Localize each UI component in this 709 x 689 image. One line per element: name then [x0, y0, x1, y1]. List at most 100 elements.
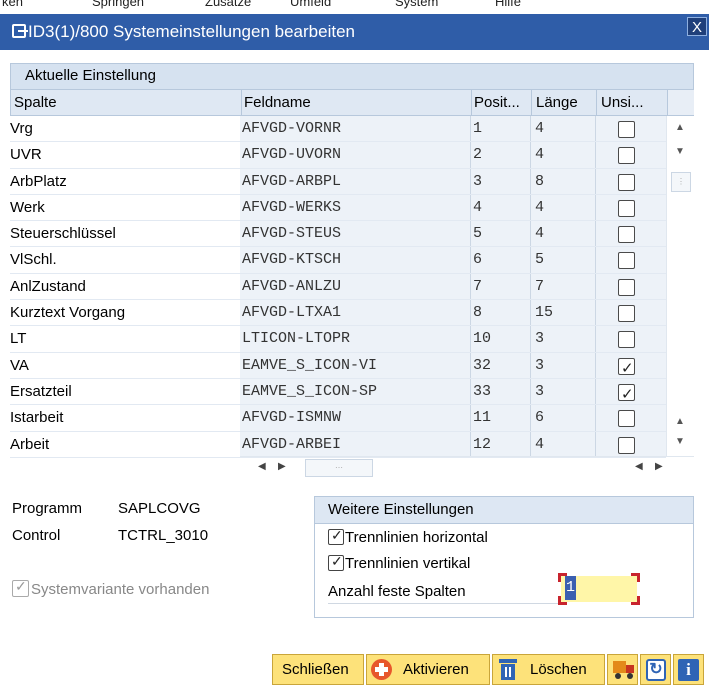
menu-item[interactable]: Hilfe — [495, 0, 521, 9]
table-row[interactable]: Arbeit AFVGD-ARBEI 12 4 — [10, 431, 666, 458]
cell-feldname: AFVGD-ARBPL — [240, 168, 470, 194]
cell-spalte[interactable]: Steuerschlüssel — [10, 221, 240, 246]
info-button[interactable]: i — [673, 654, 704, 685]
cell-feldname: AFVGD-ARBEI — [240, 431, 470, 457]
unsichtbar-checkbox[interactable] — [618, 121, 635, 138]
table-row[interactable]: Istarbeit AFVGD-ISMNW 11 6 — [10, 405, 666, 432]
cell-spalte[interactable]: UVR — [10, 142, 240, 167]
schliessen-button[interactable]: Schließen — [272, 654, 364, 685]
unsichtbar-checkbox[interactable] — [618, 305, 635, 323]
table-row[interactable]: ArbPlatz AFVGD-ARBPL 3 8 — [10, 168, 666, 195]
header-position[interactable]: Posit... — [474, 94, 520, 111]
transport-button[interactable] — [607, 654, 638, 685]
column-separator[interactable] — [241, 90, 242, 116]
loeschen-button[interactable]: Löschen — [492, 654, 605, 685]
scroll-right-icon[interactable]: ▶ — [655, 461, 663, 472]
unsichtbar-checkbox[interactable] — [618, 356, 635, 378]
anzahl-feste-spalten-input[interactable]: 1 — [558, 573, 640, 605]
cell-laenge: 4 — [530, 221, 595, 247]
column-separator[interactable] — [531, 90, 532, 116]
table-row[interactable]: VA EAMVE_S_ICON-VI 32 3 — [10, 352, 666, 379]
menu-item[interactable]: Zusätze — [205, 0, 251, 9]
column-separator[interactable] — [596, 90, 597, 116]
column-separator[interactable] — [471, 90, 472, 116]
cell-unsichtbar — [595, 168, 666, 194]
menu-strip: ken Springen Zusätze Umfeld System Hilfe — [0, 0, 709, 14]
unsichtbar-checkbox[interactable] — [618, 436, 635, 454]
cell-spalte[interactable]: Ersatzteil — [10, 379, 240, 404]
menu-item[interactable]: Umfeld — [290, 0, 331, 9]
cell-spalte[interactable]: Arbeit — [10, 432, 240, 457]
unsichtbar-checkbox[interactable] — [618, 382, 635, 404]
cell-laenge: 3 — [530, 326, 595, 352]
scroll-thumb[interactable]: ⋯ — [305, 459, 373, 477]
scroll-thumb[interactable]: ⋮ — [671, 172, 691, 192]
column-config-corner[interactable] — [667, 90, 694, 115]
unsichtbar-checkbox[interactable] — [618, 278, 635, 296]
scroll-down-icon[interactable]: ▼ — [675, 436, 685, 447]
table-body: Vrg AFVGD-VORNR 1 4 UVR AFVGD-UVORN 2 4 ArbPlatz… — [10, 116, 666, 458]
cell-laenge: 7 — [530, 273, 595, 300]
horizontal-scrollbar[interactable]: ◀ ▶ ⋯ ◀ ▶ — [240, 456, 694, 480]
header-laenge[interactable]: Länge — [536, 94, 578, 111]
required-marker — [558, 596, 567, 605]
cell-feldname: AFVGD-ISMNW — [240, 405, 470, 431]
trennlinien-horizontal-checkbox[interactable]: Trennlinien horizontal — [328, 527, 488, 546]
cell-feldname: LTICON-LTOPR — [240, 326, 470, 352]
checkbox-checked-icon[interactable] — [328, 527, 344, 545]
cell-position: 33 — [470, 378, 530, 405]
cell-spalte[interactable]: Istarbeit — [10, 405, 240, 430]
cell-spalte[interactable]: AnlZustand — [10, 274, 240, 299]
scroll-left-icon[interactable]: ◀ — [258, 461, 266, 472]
menu-item[interactable]: System — [395, 0, 438, 9]
unsichtbar-checkbox[interactable] — [618, 252, 635, 270]
cell-spalte[interactable]: ArbPlatz — [10, 169, 240, 194]
cell-spalte[interactable]: Kurztext Vorgang — [10, 300, 240, 325]
refresh-button[interactable]: ↻ — [640, 654, 671, 685]
aktivieren-button[interactable]: Aktivieren — [366, 654, 490, 685]
header-spalte[interactable]: Spalte — [14, 94, 57, 111]
cell-position: 32 — [470, 352, 530, 378]
close-button[interactable]: X — [687, 17, 707, 36]
menu-item[interactable]: ken — [2, 0, 23, 9]
control-value: TCTRL_3010 — [118, 527, 209, 544]
scroll-up-icon[interactable]: ▲ — [675, 122, 685, 133]
trennlinien-vertikal-checkbox[interactable]: Trennlinien vertikal — [328, 553, 470, 572]
table-row[interactable]: Ersatzteil EAMVE_S_ICON-SP 33 3 — [10, 378, 666, 406]
menu-item[interactable]: Springen — [92, 0, 144, 9]
table-row[interactable]: Vrg AFVGD-VORNR 1 4 — [10, 116, 666, 143]
unsichtbar-checkbox[interactable] — [618, 147, 635, 165]
unsichtbar-checkbox[interactable] — [618, 226, 635, 244]
header-feldname[interactable]: Feldname — [244, 94, 311, 111]
table-row[interactable]: VlSchl. AFVGD-KTSCH 6 5 — [10, 247, 666, 274]
scroll-left-icon[interactable]: ◀ — [635, 461, 643, 472]
table-row[interactable]: UVR AFVGD-UVORN 2 4 — [10, 142, 666, 169]
scroll-down-icon[interactable]: ▼ — [675, 146, 685, 157]
table-row[interactable]: Kurztext Vorgang AFVGD-LTXA1 8 15 — [10, 300, 666, 327]
unsichtbar-checkbox[interactable] — [618, 410, 635, 428]
table-row[interactable]: LT LTICON-LTOPR 10 3 — [10, 326, 666, 353]
unsichtbar-checkbox[interactable] — [618, 331, 635, 349]
cell-laenge: 4 — [530, 116, 595, 142]
dialog-titlebar[interactable]: ID3(1)/800 Systemeinstellungen bearbeite… — [0, 14, 709, 50]
cell-laenge: 4 — [530, 142, 595, 168]
cell-unsichtbar — [595, 194, 666, 221]
table-row[interactable]: AnlZustand AFVGD-ANLZU 7 7 — [10, 273, 666, 301]
scroll-right-icon[interactable]: ▶ — [278, 461, 286, 472]
cell-spalte[interactable]: VA — [10, 353, 240, 378]
cell-unsichtbar — [595, 221, 666, 247]
table-row[interactable]: Steuerschlüssel AFVGD-STEUS 5 4 — [10, 221, 666, 248]
cell-spalte[interactable]: LT — [10, 326, 240, 351]
checkbox-checked-icon[interactable] — [328, 553, 344, 571]
cell-spalte[interactable]: VlSchl. — [10, 247, 240, 272]
cell-spalte[interactable]: Vrg — [10, 116, 240, 141]
cell-spalte[interactable]: Werk — [10, 195, 240, 220]
unsichtbar-checkbox[interactable] — [618, 173, 635, 191]
table-row[interactable]: Werk AFVGD-WERKS 4 4 — [10, 194, 666, 222]
header-unsichtbar[interactable]: Unsi... — [601, 94, 644, 111]
dialog-window-icon — [12, 24, 28, 38]
control-label: Control — [12, 527, 61, 544]
unsichtbar-checkbox[interactable] — [618, 199, 635, 217]
vertical-scrollbar[interactable]: ▲ ▼ ⋮ ▲ ▼ — [666, 116, 694, 456]
scroll-up-icon[interactable]: ▲ — [675, 416, 685, 427]
